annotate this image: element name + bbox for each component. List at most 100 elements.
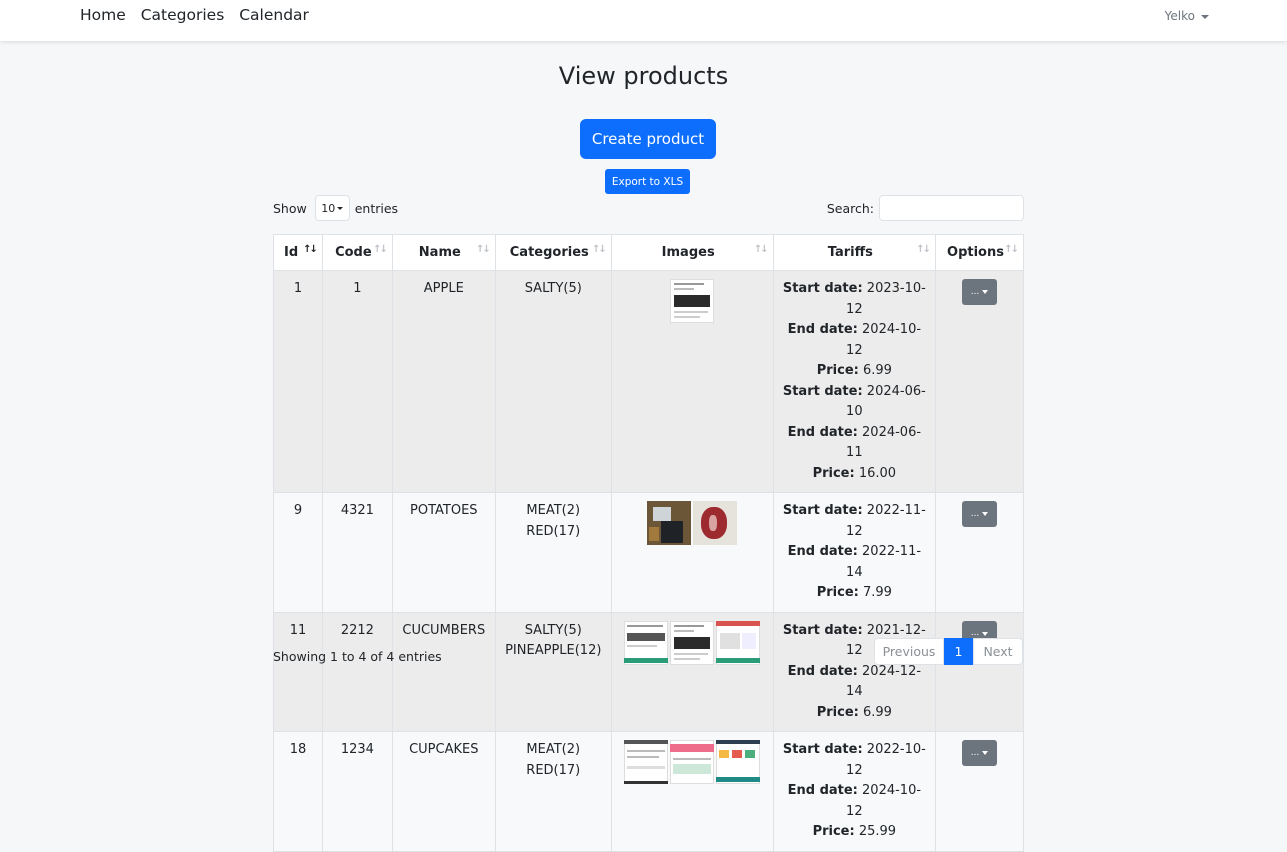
pagination-next[interactable]: Next <box>973 638 1023 665</box>
tariff-end: End date: 2024-12-14 <box>787 663 922 700</box>
category-tag: PINEAPPLE(12) <box>505 643 602 658</box>
table-body: 1 1 APPLE SALTY(5) Start date: 2023-10-12 End… <box>273 270 1024 852</box>
nav-link-home[interactable]: Home <box>80 6 126 24</box>
cell-name: CUCUMBERS <box>391 611 496 732</box>
cell-images <box>610 731 774 852</box>
cell-name: CUPCAKES <box>391 731 496 852</box>
sort-icon: ↑↓ <box>753 244 769 255</box>
tariff-end: End date: 2024-10-12 <box>787 783 922 819</box>
cell-code: 4321 <box>321 492 393 613</box>
product-image-thumbnail[interactable] <box>670 620 715 665</box>
table-row: 11 2212 CUCUMBERS SALTY(5) PINEAPPLE(12) Star… <box>273 611 1024 732</box>
sort-icon: ↑↓ <box>916 244 931 255</box>
cell-id: 9 <box>273 492 323 613</box>
cell-categories: SALTY(5) <box>494 270 612 493</box>
caret-down-icon <box>982 751 989 755</box>
caret-down-icon <box>982 631 989 636</box>
category-tag: RED(17) <box>526 523 581 539</box>
caret-down-icon <box>982 512 989 516</box>
cell-categories: MEAT(2) RED(17) <box>494 492 612 613</box>
table-row: 1 1 APPLE SALTY(5) Start date: 2023-10-12 End… <box>273 270 1024 493</box>
product-image-thumbnail[interactable] <box>716 620 761 665</box>
product-image-thumbnail[interactable] <box>647 501 692 545</box>
cell-id: 18 <box>273 731 323 852</box>
entries-select[interactable]: 10 <box>314 195 350 221</box>
search-label: Search: <box>826 200 874 216</box>
nav-link-calendar[interactable]: Calendar <box>239 6 309 24</box>
image-thumbs <box>618 740 767 784</box>
tariff-start: Start date: 2022-11-12 <box>782 503 926 539</box>
options-dropdown-button[interactable]: ... <box>962 740 997 766</box>
nav-link-categories[interactable]: Categories <box>141 6 225 24</box>
cell-images <box>610 611 774 732</box>
category-tag: RED(17) <box>526 762 581 778</box>
column-header-name[interactable]: Name ↑↓ <box>391 234 496 271</box>
category-tag: MEAT(2) <box>526 742 581 757</box>
column-header-images[interactable]: Images ↑↓ <box>610 234 774 271</box>
cell-code: 1234 <box>321 731 393 852</box>
column-header-id[interactable]: Id ↑↓ <box>273 234 323 271</box>
page-title: View products <box>558 62 729 90</box>
category-tag: SALTY(5) <box>524 281 582 296</box>
cell-tariffs: Start date: 2021-12-12 End date: 2024-12-… <box>772 611 937 732</box>
user-menu[interactable]: Yelko <box>1165 9 1209 23</box>
cell-name: APPLE <box>391 270 496 493</box>
column-header-code[interactable]: Code ↑↓ <box>321 234 393 271</box>
tariffs-list: Start date: 2023-10-12 End date: 2024-10-… <box>780 279 929 484</box>
search-input[interactable] <box>879 195 1024 221</box>
cell-id: 11 <box>273 611 323 732</box>
cell-options: ... <box>935 731 1024 852</box>
top-navbar: Home Categories Calendar Yelko <box>0 0 1287 41</box>
product-image-thumbnail[interactable] <box>693 501 738 545</box>
column-header-options[interactable]: Options ↑↓ <box>935 234 1024 271</box>
cell-code: 1 <box>321 270 393 493</box>
pagination-page-1[interactable]: 1 <box>944 638 973 665</box>
length-prefix: Show <box>273 200 307 216</box>
tariffs-list: Start date: 2022-11-12 End date: 2022-11-… <box>780 501 929 604</box>
options-dropdown-button[interactable]: ... <box>962 279 997 305</box>
export-xls-button[interactable]: Export to XLS <box>605 169 690 194</box>
product-image-thumbnail[interactable] <box>716 740 761 784</box>
pagination-previous[interactable]: Previous <box>874 638 944 665</box>
sort-icon: ↑↓ <box>373 244 388 255</box>
entries-length-control: Show 10 entries <box>273 195 398 221</box>
tariff-end: End date: 2024-10-12 <box>787 322 922 358</box>
sort-icon: ↑↓ <box>303 244 318 255</box>
sort-icon: ↑↓ <box>476 244 491 255</box>
tariff-end: End date: 2024-06-11 <box>787 424 922 461</box>
image-thumbs <box>618 279 767 323</box>
column-header-categories[interactable]: Categories ↑↓ <box>494 234 612 271</box>
category-tag: MEAT(2) <box>526 503 581 518</box>
pagination: Previous 1 Next <box>874 638 1023 665</box>
tariff-start: Start date: 2022-10-12 <box>782 742 926 778</box>
tariff-price: Price: 6.99 <box>816 363 892 378</box>
caret-down-icon <box>982 290 989 294</box>
create-product-button[interactable]: Create product <box>580 119 716 159</box>
nav-links: Home Categories Calendar <box>80 6 319 24</box>
tariff-price: Price: 6.99 <box>816 704 892 720</box>
cell-name: POTATOES <box>391 492 496 613</box>
product-image-thumbnail[interactable] <box>670 740 715 784</box>
cell-images <box>610 492 774 613</box>
cell-options: ... <box>935 270 1024 493</box>
column-header-tariffs[interactable]: Tariffs ↑↓ <box>772 234 937 271</box>
cell-tariffs: Start date: 2023-10-12 End date: 2024-10-… <box>772 270 937 493</box>
product-image-thumbnail[interactable] <box>624 620 669 665</box>
tariff-start: Start date: 2023-10-12 <box>782 281 926 317</box>
cell-tariffs: Start date: 2022-11-12 End date: 2022-11-… <box>772 492 937 613</box>
tariff-price: Price: 16.00 <box>812 465 897 481</box>
cell-options: ... <box>935 492 1024 613</box>
products-table: Id ↑↓ Code ↑↓ Name ↑↓ Categories ↑↓ Images ↑↓… <box>273 234 1024 852</box>
tariffs-list: Start date: 2022-10-12 End date: 2024-10-… <box>780 740 929 843</box>
cell-categories: SALTY(5) PINEAPPLE(12) <box>494 611 612 732</box>
options-dropdown-button[interactable]: ... <box>962 501 997 527</box>
cell-code: 2212 <box>321 611 393 732</box>
table-row: 18 1234 CUPCAKES MEAT(2) RED(17) Start date: … <box>273 731 1024 852</box>
cell-categories: MEAT(2) RED(17) <box>494 731 612 852</box>
tariff-price: Price: 7.99 <box>816 585 892 600</box>
product-image-thumbnail[interactable] <box>624 740 669 784</box>
table-row: 9 4321 POTATOES MEAT(2) RED(17) Start date: 2… <box>273 492 1024 613</box>
cell-id: 1 <box>273 270 323 493</box>
product-image-thumbnail[interactable] <box>670 279 715 323</box>
sort-icon: ↑↓ <box>1004 244 1019 255</box>
